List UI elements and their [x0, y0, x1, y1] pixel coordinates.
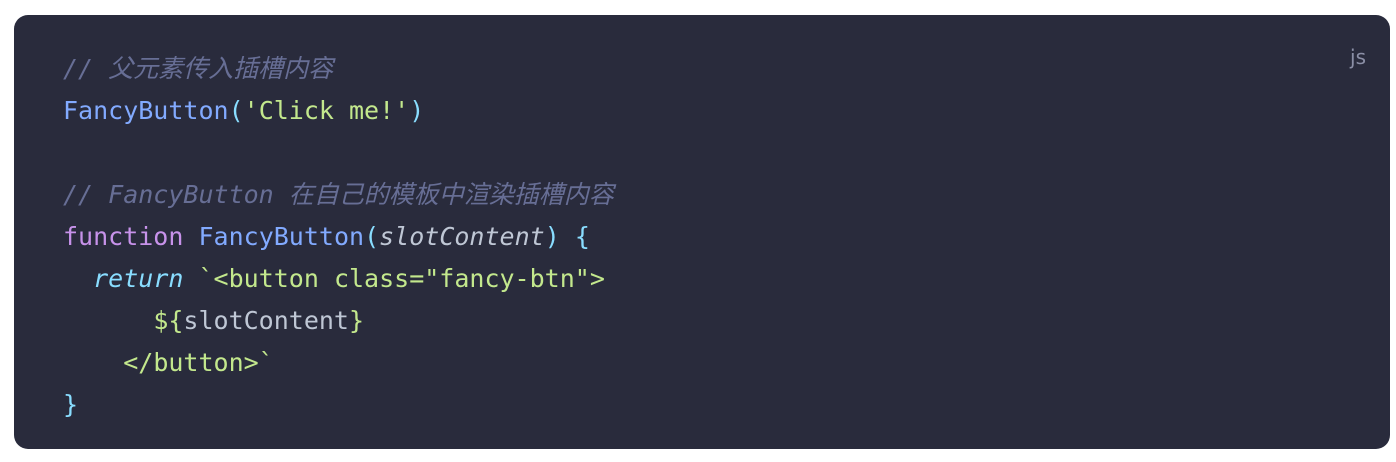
function-name: FancyButton [198, 222, 365, 251]
interpolation-close: } [349, 306, 365, 335]
template-string: </button>` [123, 348, 274, 377]
code-line-4: // FancyButton 在自己的模板中渲染插槽内容 [63, 174, 614, 216]
paren-close: ) [544, 222, 560, 251]
code-content[interactable]: // 父元素传入插槽内容 FancyButton('Click me!')// F… [63, 48, 614, 426]
template-string: `<button class="fancy-btn"> [198, 264, 605, 293]
code-line-9: } [63, 384, 614, 426]
language-label: js [1350, 45, 1366, 69]
function-name: FancyButton [63, 96, 229, 125]
paren-open: ( [228, 96, 244, 125]
interpolation-open: ${ [153, 306, 184, 335]
code-line-8: </button>` [63, 342, 614, 384]
code-line-7: ${slotContent} [63, 300, 614, 342]
parameter: slotContent [379, 222, 545, 251]
paren-open: ( [364, 222, 380, 251]
code-line-1: // 父元素传入插槽内容 [63, 48, 614, 90]
keyword: function [63, 222, 184, 251]
code-line-6: return `<button class="fancy-btn"> [63, 258, 614, 300]
brace-open: { [574, 222, 590, 251]
keyword: return [93, 264, 184, 293]
interpolation-expression: slotContent [183, 306, 349, 335]
comment: // 父元素传入插槽内容 [63, 54, 334, 83]
comment: // FancyButton 在自己的模板中渲染插槽内容 [63, 180, 614, 209]
code-line-2: FancyButton('Click me!') [63, 90, 614, 132]
brace-close: } [63, 390, 79, 419]
code-line-3-blank [63, 132, 614, 174]
code-line-5: function FancyButton(slotContent) { [63, 216, 614, 258]
string-literal: 'Click me!' [243, 96, 410, 125]
paren-close: ) [409, 96, 425, 125]
code-block: js // 父元素传入插槽内容 FancyButton('Click me!') /… [14, 15, 1390, 449]
